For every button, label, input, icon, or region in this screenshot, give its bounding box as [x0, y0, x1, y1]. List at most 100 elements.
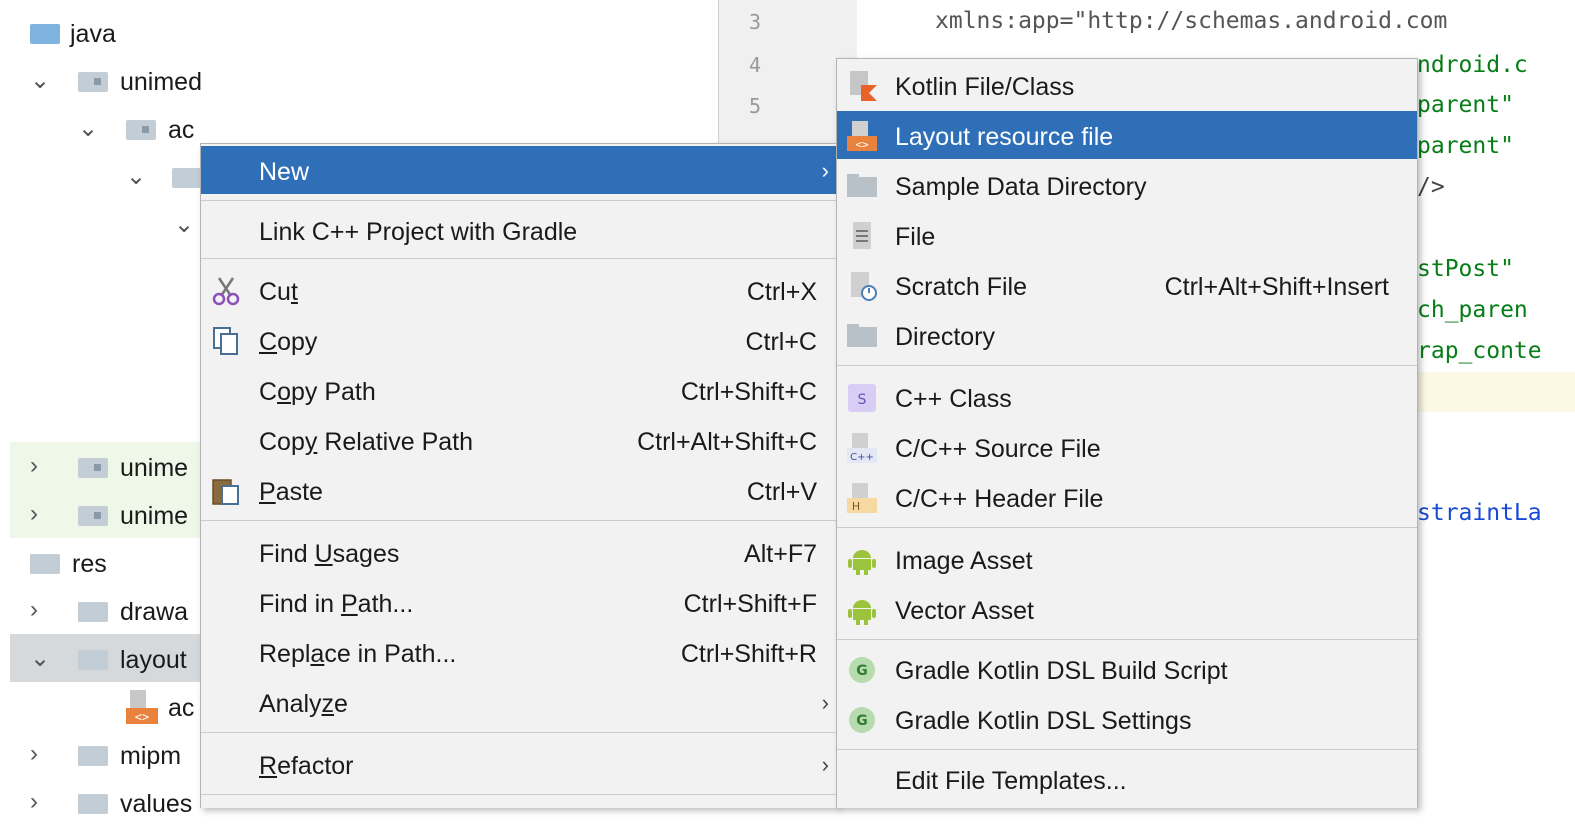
folder-icon	[78, 794, 108, 814]
shortcut-label: Ctrl+Shift+R	[680, 640, 817, 668]
submenu-arrow-icon: ›	[821, 690, 829, 715]
menu-item-refactor[interactable]: Refactor ›	[201, 740, 837, 788]
menu-item-vector-asset[interactable]: Vector Asset	[837, 585, 1417, 633]
submenu-arrow-icon: ›	[821, 752, 829, 777]
menu-item-label: Analyze	[259, 690, 348, 718]
menu-separator	[837, 527, 1417, 528]
menu-item-copy-relative-path[interactable]: Copy Relative Path Ctrl+Alt+Shift+C	[201, 416, 837, 464]
tree-item-unimed[interactable]: ⌄ unimed	[10, 56, 718, 104]
menu-item-find-usages[interactable]: Find Usages Alt+F7	[201, 528, 837, 576]
tree-item-label: ac	[168, 694, 195, 722]
menu-item-gradle-build-script[interactable]: G Gradle Kotlin DSL Build Script	[837, 645, 1417, 693]
menu-item-label: Gradle Kotlin DSL Settings	[895, 707, 1192, 735]
menu-separator	[837, 365, 1417, 366]
svg-text:<>: <>	[135, 710, 149, 724]
package-folder-icon	[78, 506, 108, 526]
chevron-right-icon[interactable]: ›	[30, 596, 38, 624]
tree-item-label: unimed	[120, 68, 202, 96]
tree-item-label: unime	[120, 502, 189, 530]
resource-folder-icon	[30, 554, 60, 574]
menu-item-label: C++ Class	[895, 385, 1012, 413]
menu-item-label: Copy Path	[259, 378, 376, 406]
tree-item-label: mipm	[120, 742, 182, 770]
kotlin-file-icon	[850, 71, 877, 101]
menu-item-label: Layout resource file	[895, 123, 1114, 151]
tree-item-label: ac	[168, 116, 195, 144]
menu-item-label: Edit File Templates...	[895, 767, 1127, 795]
menu-item-label: Scratch File	[895, 273, 1027, 301]
new-submenu: Kotlin File/Class <> Layout resource fil…	[836, 58, 1418, 808]
chevron-right-icon[interactable]: ›	[30, 452, 38, 480]
menu-item-copy-path[interactable]: Copy Path Ctrl+Shift+C	[201, 366, 837, 414]
code-line: stPost"	[1417, 256, 1514, 282]
code-line: />	[1417, 174, 1445, 200]
shortcut-label: Ctrl+Alt+Shift+Insert	[1164, 273, 1389, 301]
shortcut-label: Ctrl+Shift+F	[683, 590, 817, 618]
menu-item-label: Copy Relative Path	[259, 428, 474, 456]
tree-item-label: java	[70, 20, 116, 48]
menu-item-find-in-path[interactable]: Find in Path... Ctrl+Shift+F	[201, 578, 837, 626]
chevron-right-icon[interactable]: ›	[30, 788, 38, 816]
package-folder-icon	[172, 168, 202, 188]
menu-item-link-cpp-project[interactable]: Link C++ Project with Gradle	[201, 206, 837, 254]
context-menu: New › Link C++ Project with Gradle Cut C…	[200, 143, 838, 808]
menu-item-edit-file-templates[interactable]: Edit File Templates...	[837, 755, 1417, 803]
menu-item-cpp-source-file[interactable]: C++ C/C++ Source File	[837, 423, 1417, 471]
chevron-down-icon[interactable]: ⌄	[30, 66, 50, 95]
menu-item-label: Gradle Kotlin DSL Build Script	[895, 657, 1228, 685]
menu-item-file[interactable]: File	[837, 211, 1417, 259]
menu-item-label: Image Asset	[895, 547, 1033, 575]
chevron-right-icon[interactable]: ›	[30, 500, 38, 528]
menu-item-scratch-file[interactable]: Scratch File Ctrl+Alt+Shift+Insert	[837, 261, 1417, 309]
folder-icon	[847, 174, 877, 197]
code-line: ndroid.c	[1417, 52, 1528, 78]
menu-item-cpp-header-file[interactable]: H C/C++ Header File	[837, 473, 1417, 521]
tree-item-label: unime	[120, 454, 189, 482]
menu-item-label: Find Usages	[259, 540, 400, 568]
menu-item-copy[interactable]: Copy Ctrl+C	[201, 316, 837, 364]
menu-item-sample-data-directory[interactable]: Sample Data Directory	[837, 161, 1417, 209]
menu-item-label: Refactor	[259, 752, 354, 780]
menu-item-analyze[interactable]: Analyze ›	[201, 678, 837, 726]
folder-icon	[30, 24, 60, 44]
chevron-right-icon[interactable]: ›	[30, 740, 38, 768]
menu-item-image-asset[interactable]: Image Asset	[837, 535, 1417, 583]
shortcut-label: Ctrl+X	[746, 278, 817, 306]
svg-text:S: S	[858, 392, 867, 408]
chevron-down-icon[interactable]: ⌄	[174, 210, 194, 239]
line-number: 3	[749, 10, 762, 34]
submenu-arrow-icon: ›	[821, 158, 829, 183]
svg-text:G: G	[856, 663, 868, 679]
menu-item-cut[interactable]: Cut Ctrl+X	[201, 266, 837, 314]
menu-separator	[201, 794, 837, 795]
chevron-down-icon[interactable]: ⌄	[126, 162, 146, 191]
menu-item-paste[interactable]: Paste Ctrl+V	[201, 466, 837, 514]
line-number: 4	[749, 53, 762, 77]
tree-item-label: drawa	[120, 598, 189, 626]
android-icon	[848, 600, 876, 625]
cpp-header-file-icon: H	[847, 483, 877, 513]
gradle-icon: G	[849, 657, 875, 683]
line-number: 5	[749, 94, 762, 118]
menu-item-gradle-settings[interactable]: G Gradle Kotlin DSL Settings	[837, 695, 1417, 743]
chevron-down-icon[interactable]: ⌄	[78, 114, 98, 143]
menu-separator	[837, 749, 1417, 750]
android-icon	[848, 550, 876, 575]
gradle-icon: G	[849, 707, 875, 733]
chevron-down-icon[interactable]: ⌄	[30, 644, 50, 673]
code-line: xmlns:app="http://schemas.android.com	[935, 8, 1448, 34]
menu-item-new[interactable]: New ›	[201, 146, 837, 194]
menu-item-directory[interactable]: Directory	[837, 311, 1417, 359]
menu-item-label: Replace in Path...	[259, 640, 457, 668]
xml-layout-file-icon: <>	[126, 690, 158, 724]
menu-item-label: Find in Path...	[259, 590, 414, 618]
menu-separator	[201, 732, 837, 733]
tree-item-label: res	[72, 550, 107, 578]
menu-item-cpp-class[interactable]: S C++ Class	[837, 373, 1417, 421]
menu-item-layout-resource-file[interactable]: <> Layout resource file	[837, 111, 1417, 159]
tree-item-java[interactable]: java	[10, 8, 718, 56]
code-line: straintLa	[1417, 500, 1542, 526]
menu-item-kotlin-file-class[interactable]: Kotlin File/Class	[837, 61, 1417, 109]
file-icon	[853, 222, 871, 249]
menu-item-replace-in-path[interactable]: Replace in Path... Ctrl+Shift+R	[201, 628, 837, 676]
